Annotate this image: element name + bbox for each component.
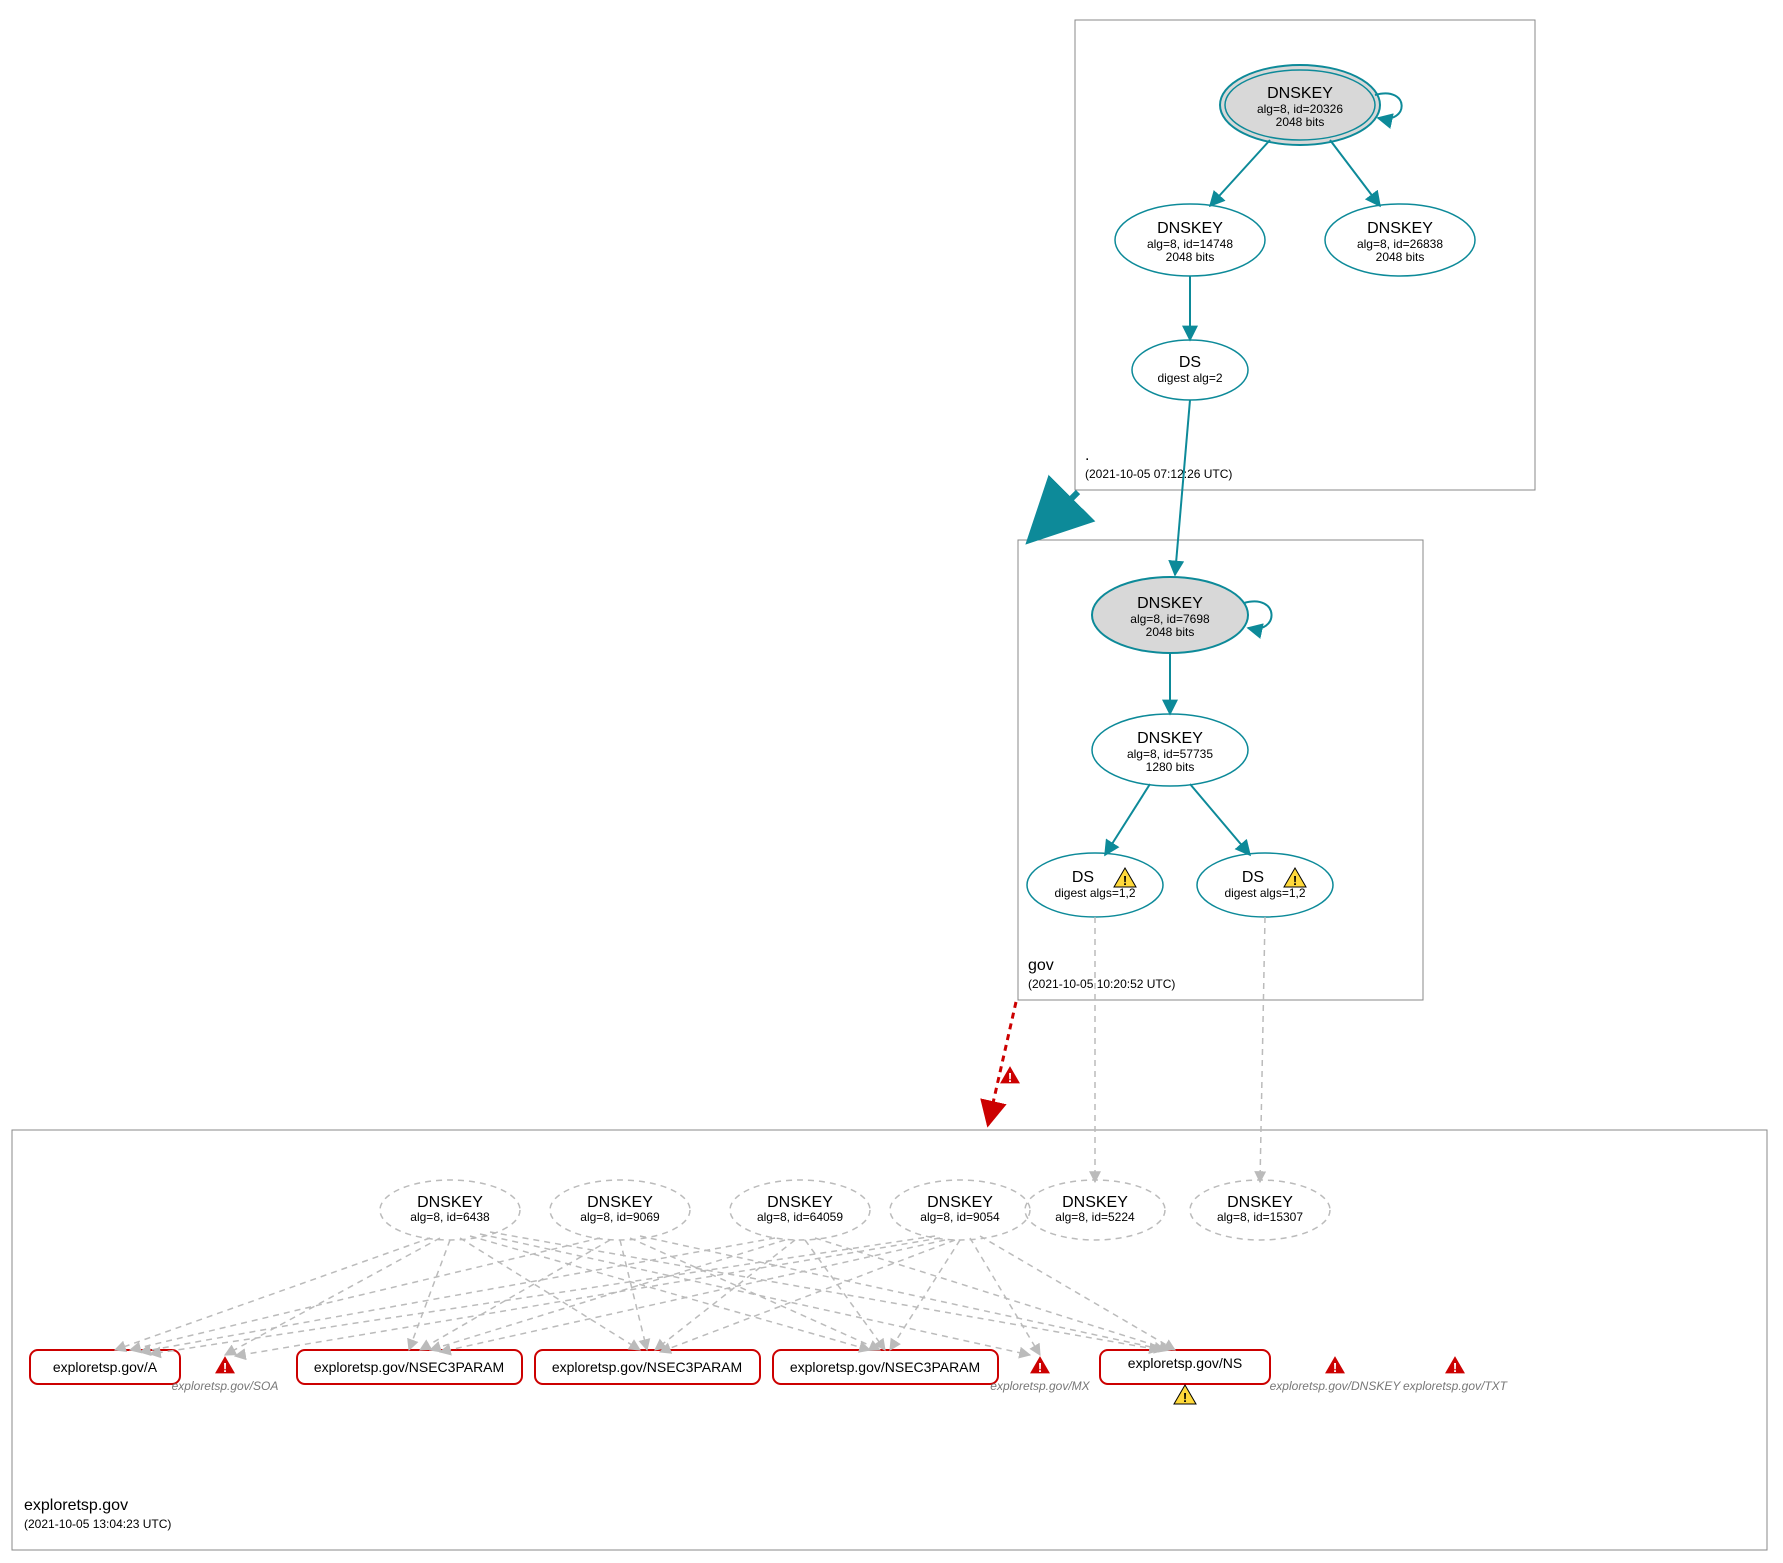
rr-n2-label: exploretsp.gov/NSEC3PARAM xyxy=(552,1359,742,1375)
gov-ds1-title: DS xyxy=(1072,869,1094,886)
exploretsp-k6-node: DNSKEY alg=8, id=15307 xyxy=(1190,1180,1330,1240)
zone-exploretsp-box xyxy=(12,1130,1767,1550)
gov-ksk-sub2: 2048 bits xyxy=(1146,625,1195,639)
exploretsp-k1-title: DNSKEY xyxy=(417,1194,483,1211)
exploretsp-k1-node: DNSKEY alg=8, id=6438 xyxy=(380,1180,520,1240)
edge-root-ksk-zsk1 xyxy=(1210,140,1270,206)
gov-ds1-node: DS digest algs=1,2 xyxy=(1027,853,1163,917)
exploretsp-k6-title: DNSKEY xyxy=(1227,1194,1293,1211)
root-ksk-sub1: alg=8, id=20326 xyxy=(1257,102,1343,116)
exploretsp-k4-title: DNSKEY xyxy=(927,1194,993,1211)
exploretsp-k4-node: DNSKEY alg=8, id=9054 xyxy=(890,1180,1030,1240)
root-ksk-node: DNSKEY alg=8, id=20326 2048 bits xyxy=(1220,65,1380,145)
exploretsp-k6-sub1: alg=8, id=15307 xyxy=(1217,1210,1303,1224)
zone-gov-time: (2021-10-05 10:20:52 UTC) xyxy=(1028,977,1175,991)
warning-icon xyxy=(1174,1385,1196,1405)
rr-a: exploretsp.gov/A xyxy=(30,1350,180,1384)
root-ds-title: DS xyxy=(1179,354,1201,371)
exploretsp-k2-node: DNSKEY alg=8, id=9069 xyxy=(550,1180,690,1240)
zone-exploretsp-label: exploretsp.gov xyxy=(24,1497,128,1514)
gov-zsk-node: DNSKEY alg=8, id=57735 1280 bits xyxy=(1092,714,1248,786)
gov-ds2-title: DS xyxy=(1242,869,1264,886)
exploretsp-k5-sub1: alg=8, id=5224 xyxy=(1055,1210,1135,1224)
edge-gov-zsk-ds2 xyxy=(1190,784,1250,855)
exploretsp-k3-sub1: alg=8, id=64059 xyxy=(757,1210,843,1224)
rr-nsec3param-2: exploretsp.gov/NSEC3PARAM xyxy=(535,1350,760,1384)
root-zsk2-sub2: 2048 bits xyxy=(1376,250,1425,264)
gov-zsk-title: DNSKEY xyxy=(1137,730,1203,747)
error-icon xyxy=(1444,1355,1466,1375)
root-zsk2-sub1: alg=8, id=26838 xyxy=(1357,237,1443,251)
rr-nsec3param-3: exploretsp.gov/NSEC3PARAM xyxy=(773,1350,998,1384)
root-zsk1-title: DNSKEY xyxy=(1157,220,1223,237)
exploretsp-k1-sub1: alg=8, id=6438 xyxy=(410,1210,490,1224)
root-ksk-title: DNSKEY xyxy=(1267,85,1333,102)
root-ksk-sub2: 2048 bits xyxy=(1276,115,1325,129)
rr-ns-label: exploretsp.gov/NS xyxy=(1128,1355,1242,1371)
rr-soa-ghost: exploretsp.gov/SOA xyxy=(172,1379,279,1393)
edge-root-ksk-zsk2 xyxy=(1330,140,1380,206)
error-icon xyxy=(214,1355,236,1375)
edge-gov-to-exploretsp-zone xyxy=(988,1002,1016,1125)
edge-gov-ds2-k6 xyxy=(1260,917,1265,1182)
exploretsp-k4-sub1: alg=8, id=9054 xyxy=(920,1210,1000,1224)
gov-ds1-sub1: digest algs=1,2 xyxy=(1054,886,1135,900)
error-icon xyxy=(1029,1355,1051,1375)
gov-ksk-node: DNSKEY alg=8, id=7698 2048 bits xyxy=(1092,577,1248,653)
exploretsp-k5-title: DNSKEY xyxy=(1062,1194,1128,1211)
edge-root-to-gov-zone xyxy=(1030,492,1078,540)
error-icon xyxy=(1324,1355,1346,1375)
fanout-edges xyxy=(115,1232,1175,1356)
rr-nsec3param-1: exploretsp.gov/NSEC3PARAM xyxy=(297,1350,522,1384)
exploretsp-k5-node: DNSKEY alg=8, id=5224 xyxy=(1025,1180,1165,1240)
exploretsp-k2-title: DNSKEY xyxy=(587,1194,653,1211)
root-zsk1-sub1: alg=8, id=14748 xyxy=(1147,237,1233,251)
rr-n1-label: exploretsp.gov/NSEC3PARAM xyxy=(314,1359,504,1375)
rr-a-label: exploretsp.gov/A xyxy=(53,1359,158,1375)
rr-ns: exploretsp.gov/NS xyxy=(1100,1350,1270,1405)
exploretsp-k3-title: DNSKEY xyxy=(767,1194,833,1211)
root-ds-node: DS digest alg=2 xyxy=(1132,340,1248,400)
root-zsk1-node: DNSKEY alg=8, id=14748 2048 bits xyxy=(1115,204,1265,276)
gov-zsk-sub1: alg=8, id=57735 xyxy=(1127,747,1213,761)
root-zsk2-node: DNSKEY alg=8, id=26838 2048 bits xyxy=(1325,204,1475,276)
rr-dnskey-ghost: exploretsp.gov/DNSKEY xyxy=(1270,1379,1402,1393)
exploretsp-k3-node: DNSKEY alg=8, id=64059 xyxy=(730,1180,870,1240)
root-ds-sub1: digest alg=2 xyxy=(1157,371,1222,385)
rr-mx-ghost: exploretsp.gov/MX xyxy=(990,1379,1090,1393)
rr-txt-ghost: exploretsp.gov/TXT xyxy=(1403,1379,1509,1393)
gov-zsk-sub2: 1280 bits xyxy=(1146,760,1195,774)
gov-ksk-sub1: alg=8, id=7698 xyxy=(1130,612,1210,626)
edge-root-ds-gov-ksk xyxy=(1175,400,1190,575)
zone-gov-label: gov xyxy=(1028,957,1054,974)
edge-gov-zsk-ds1 xyxy=(1105,784,1150,855)
gov-ds2-node: DS digest algs=1,2 xyxy=(1197,853,1333,917)
zone-root-label: . xyxy=(1085,447,1089,464)
root-zsk1-sub2: 2048 bits xyxy=(1166,250,1215,264)
exploretsp-k2-sub1: alg=8, id=9069 xyxy=(580,1210,660,1224)
gov-ksk-title: DNSKEY xyxy=(1137,595,1203,612)
rr-n3-label: exploretsp.gov/NSEC3PARAM xyxy=(790,1359,980,1375)
zone-root-time: (2021-10-05 07:12:26 UTC) xyxy=(1085,467,1232,481)
root-zsk2-title: DNSKEY xyxy=(1367,220,1433,237)
gov-ds2-sub1: digest algs=1,2 xyxy=(1224,886,1305,900)
zone-exploretsp-time: (2021-10-05 13:04:23 UTC) xyxy=(24,1517,171,1531)
